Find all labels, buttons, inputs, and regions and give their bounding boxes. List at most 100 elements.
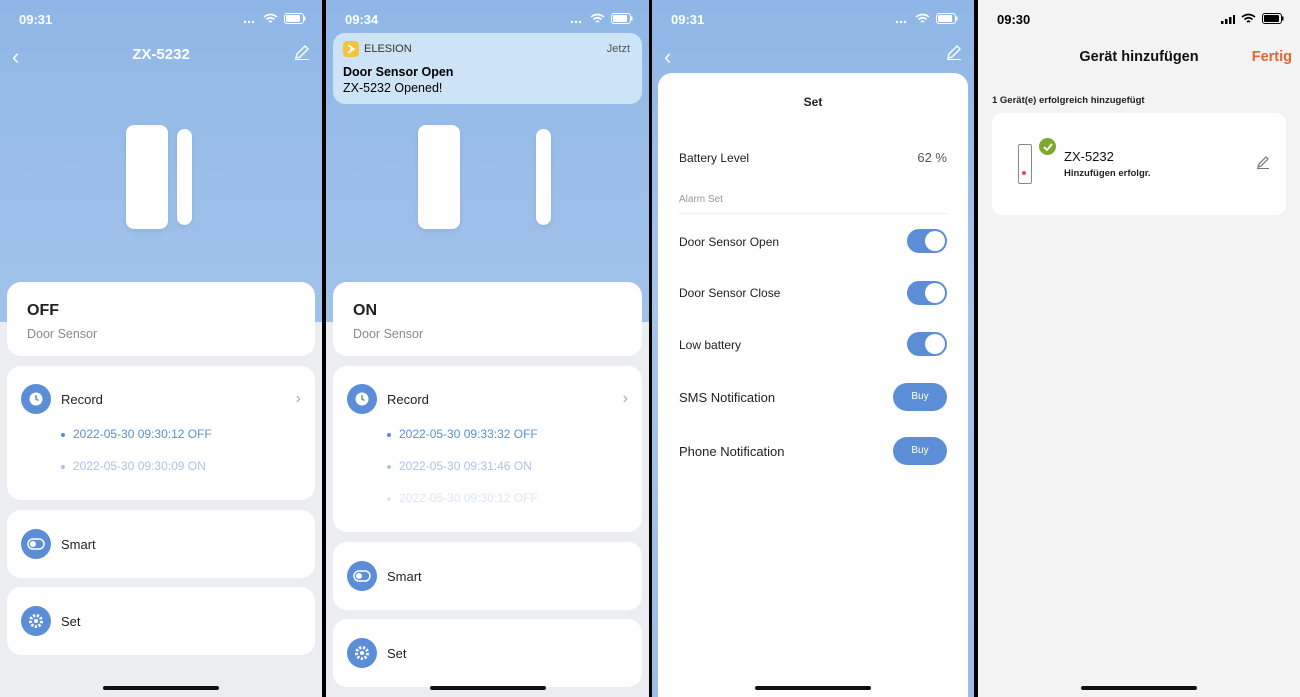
status-bar: 09:30 — [978, 0, 1300, 40]
home-indicator — [755, 686, 871, 690]
low-battery-toggle[interactable] — [907, 332, 947, 356]
status-icons — [895, 13, 958, 24]
edit-icon — [1257, 156, 1269, 169]
set-card[interactable]: Set — [7, 587, 315, 655]
status-time: 09:31 — [671, 12, 705, 27]
battery-icon — [611, 13, 633, 24]
status-time: 09:31 — [19, 12, 53, 27]
notification-title: Door Sensor Open — [343, 65, 454, 79]
record-label: Record — [387, 392, 429, 407]
screen-settings: 09:31 ‹ Set Battery Level 62 % Alarm Set… — [652, 0, 974, 697]
clock-icon — [347, 384, 377, 414]
smart-card[interactable]: Smart — [333, 542, 642, 610]
divider — [679, 213, 947, 214]
push-notification[interactable]: ELESION Jetzt Door Sensor Open ZX-5232 O… — [333, 33, 642, 104]
toggle-icon — [21, 529, 51, 559]
status-card: OFF Door Sensor — [7, 282, 315, 356]
gear-icon — [21, 606, 51, 636]
record-entry: 2022-05-30 09:31:46 ON — [387, 459, 532, 473]
sensor-body — [126, 125, 168, 229]
device-card[interactable]: ZX-5232 Hinzufügen erfolgr. — [992, 113, 1286, 215]
wifi-icon — [263, 13, 278, 23]
record-entry: 2022-05-30 09:30:12 OFF — [387, 491, 538, 505]
success-count: 1 Gerät(e) erfolgreich hinzugefügt — [992, 95, 1145, 106]
notification-body: ZX-5232 Opened! — [343, 81, 443, 95]
status-bar: 09:31 — [652, 0, 974, 40]
record-card[interactable]: Record › 2022-05-30 09:30:12 OFF 2022-05… — [7, 366, 315, 500]
toggle-icon — [347, 561, 377, 591]
chevron-right-icon: › — [295, 390, 301, 407]
wifi-icon — [1241, 13, 1256, 23]
edit-button[interactable] — [294, 44, 310, 65]
back-button[interactable]: ‹ — [664, 44, 671, 70]
notification-time: Jetzt — [606, 43, 630, 55]
alarm-section-label: Alarm Set — [679, 194, 723, 205]
screen-device-on: 09:34 ELESION Jetzt Door Sensor Open ZX-… — [326, 0, 649, 697]
signal-icon — [243, 20, 255, 23]
status-icons — [570, 13, 633, 24]
gear-icon — [347, 638, 377, 668]
set-label: Set — [387, 646, 407, 661]
status-icons — [243, 13, 306, 24]
sms-buy-button[interactable]: Buy — [893, 383, 947, 411]
status-bar: 09:31 — [0, 0, 322, 40]
signal-icon — [895, 20, 907, 23]
status-icons — [1221, 13, 1284, 24]
record-entry: 2022-05-30 09:30:12 OFF — [61, 427, 212, 441]
screen-device-off: 09:31 ‹ ZX-5232 OFF Door Sensor Record ›… — [0, 0, 322, 697]
device-type-label: Door Sensor — [353, 327, 424, 341]
device-status: Hinzufügen erfolgr. — [1064, 168, 1151, 179]
record-entry: 2022-05-30 09:30:09 ON — [61, 459, 206, 473]
set-label: Set — [61, 614, 81, 629]
record-entry: 2022-05-30 09:33:32 OFF — [387, 427, 538, 441]
sensor-state: OFF — [27, 302, 59, 319]
record-label: Record — [61, 392, 103, 407]
battery-level-label: Battery Level — [679, 151, 750, 165]
status-card: ON Door Sensor — [333, 282, 642, 356]
smart-card[interactable]: Smart — [7, 510, 315, 578]
home-indicator — [1081, 686, 1197, 690]
clock-icon — [21, 384, 51, 414]
done-button[interactable]: Fertig — [1252, 49, 1292, 65]
smart-label: Smart — [387, 569, 422, 584]
battery-icon — [284, 13, 306, 24]
status-time: 09:34 — [345, 12, 379, 27]
status-time: 09:30 — [997, 12, 1031, 27]
device-name: ZX-5232 — [1064, 149, 1114, 164]
nav-bar: ‹ ZX-5232 — [0, 40, 322, 70]
settings-title: Set — [803, 95, 823, 109]
device-thumbnail-icon — [1018, 144, 1032, 184]
home-indicator — [429, 686, 546, 690]
wifi-icon — [590, 13, 605, 23]
phone-buy-button[interactable]: Buy — [893, 437, 947, 465]
record-card[interactable]: Record › 2022-05-30 09:33:32 OFF 2022-05… — [333, 366, 642, 532]
signal-icon — [570, 20, 582, 23]
sensor-state: ON — [353, 302, 377, 319]
battery-level-value: 62 % — [917, 150, 947, 165]
smart-label: Smart — [61, 537, 96, 552]
edit-icon — [295, 45, 309, 60]
sensor-magnet — [177, 129, 192, 225]
edit-icon — [947, 45, 961, 60]
battery-icon — [1262, 13, 1284, 24]
notification-app-name: ELESION — [364, 43, 412, 55]
home-indicator — [103, 686, 219, 690]
door-close-toggle[interactable] — [907, 281, 947, 305]
chevron-right-icon: › — [622, 390, 628, 407]
sensor-body — [418, 125, 460, 229]
device-title: ZX-5232 — [132, 46, 190, 63]
screen-add-device: 09:30 Gerät hinzufügen Fertig 1 Gerät(e)… — [978, 0, 1300, 697]
edit-device-button[interactable] — [1256, 155, 1270, 174]
edit-button[interactable] — [946, 44, 962, 65]
door-open-toggle[interactable] — [907, 229, 947, 253]
battery-icon — [936, 13, 958, 24]
device-type-label: Door Sensor — [27, 327, 98, 341]
settings-panel: Set Battery Level 62 % Alarm Set Door Se… — [658, 73, 968, 697]
nav-bar: ‹ — [652, 40, 974, 70]
signal-icon — [1221, 14, 1235, 24]
set-card[interactable]: Set — [333, 619, 642, 687]
sensor-magnet — [536, 129, 551, 225]
app-logo-icon — [343, 41, 359, 57]
check-icon — [1039, 138, 1056, 155]
wifi-icon — [915, 13, 930, 23]
